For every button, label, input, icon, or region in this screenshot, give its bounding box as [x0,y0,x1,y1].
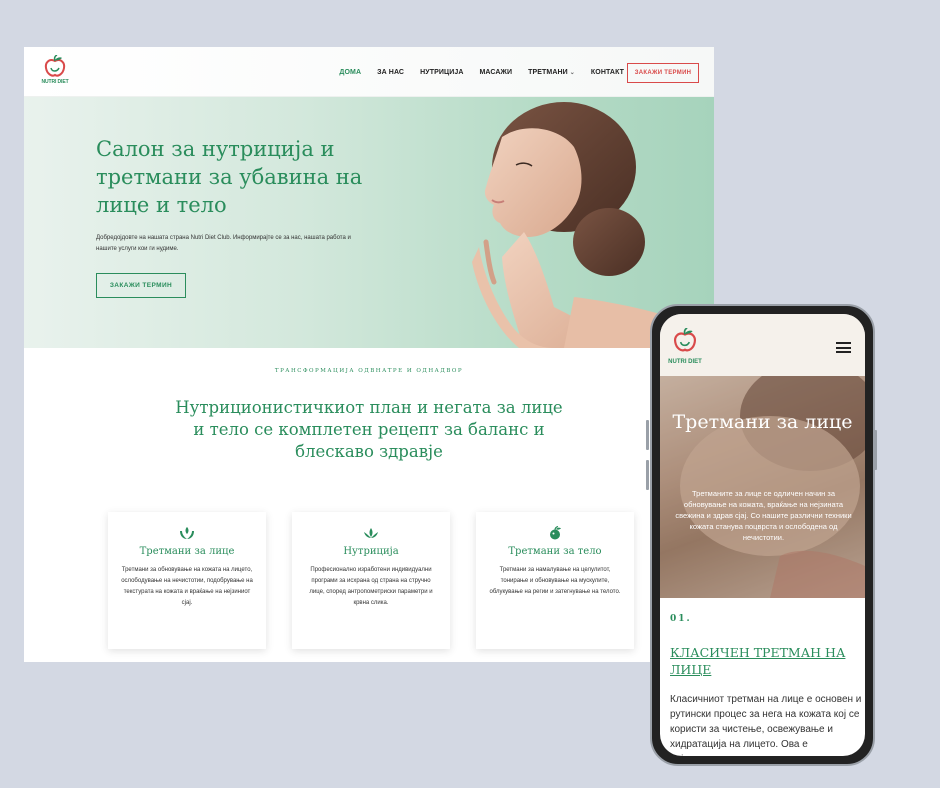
hero-text: Добредојдовте на нашата страна Nutri Die… [96,235,351,252]
main-nav: ДОМА ЗА НАС НУТРИЦИЈА МАСАЖИ ТРЕТМАНИ ⌄ К… [339,47,624,97]
item-text: Класичниот третман на лице е основен и р… [670,694,864,756]
nav-item-home[interactable]: ДОМА [339,69,361,76]
nav-item-nutrition[interactable]: НУТРИЦИЈА [420,69,463,76]
service-card-face[interactable]: Третмани за лице Третмани за обновување … [108,512,266,649]
section-eyebrow: ТРАНСФОРМАЦИЈА ОДВНАТРЕ И ОДНАДВОР [274,368,464,374]
site-logo[interactable]: NUTRI DIET [38,55,72,91]
nav-item-contact[interactable]: КОНТАКТ [591,69,624,76]
card-text: Третмани за намалување на целулитот, тон… [489,567,621,595]
nav-item-treatments-label: ТРЕТМАНИ [528,68,568,76]
card-title: Нутриција [343,546,399,557]
phone-volume-button [646,420,649,450]
nav-item-treatments[interactable]: ТРЕТМАНИ ⌄ [528,69,575,76]
card-text: Професионално изработени индивидуални пр… [309,567,433,606]
hamburger-menu-icon[interactable] [836,342,851,353]
card-title: Третмани за лице [139,546,235,557]
mobile-hero: Третмани за лице Третманите за лице се о… [660,376,865,598]
apple-logo-icon [44,55,66,77]
site-header: NUTRI DIET ДОМА ЗА НАС НУТРИЦИЈА МАСАЖИ … [24,47,714,97]
phone-volume-button [646,460,649,490]
hero-title: Салон за нутриција и третмани за убавина… [96,137,363,217]
logo-text: NUTRI DIET [41,79,69,85]
hero-section: Салон за нутриција и третмани за убавина… [24,97,714,348]
book-appointment-button[interactable]: ЗАКАЖИ ТЕРМИН [627,63,699,83]
card-title: Третмани за тело [508,546,602,557]
mobile-header: NUTRI DIET [660,314,865,376]
apple-icon [550,526,561,540]
mobile-hero-title: Третмани за лице [672,411,853,433]
nav-item-massages[interactable]: МАСАЖИ [479,69,512,76]
lotus-icon [364,528,378,538]
mobile-hero-text: Третманите за лице се одличен начин за о… [675,489,852,542]
section-title: Нутриционистичкиот план и негата за лице… [175,398,563,461]
card-text: Третмани за обновување на кожата на лице… [121,567,253,606]
item-number: 01. [670,614,692,624]
phone-screen: NUTRI DIET Третмани за лице Третманите з… [660,314,865,756]
mobile-logo[interactable]: NUTRI DIET [666,327,704,366]
apple-logo-icon [674,327,696,352]
hands-leaf-icon [180,527,194,539]
service-card-body[interactable]: Третмани за тело Третмани за намалување … [476,512,634,649]
phone-mockup: NUTRI DIET Третмани за лице Третманите з… [650,304,875,766]
hero-book-button[interactable]: ЗАКАЖИ ТЕРМИН [96,273,186,298]
nav-item-about[interactable]: ЗА НАС [377,69,404,76]
service-card-nutrition[interactable]: Нутриција Професионално изработени индив… [292,512,450,649]
chevron-down-icon: ⌄ [569,69,575,76]
logo-text: NUTRI DIET [668,359,702,365]
item-title-link[interactable]: КЛАСИЧЕН ТРЕТМАН НА ЛИЦЕ [670,644,860,678]
desktop-mockup: NUTRI DIET ДОМА ЗА НАС НУТРИЦИЈА МАСАЖИ … [24,47,714,662]
